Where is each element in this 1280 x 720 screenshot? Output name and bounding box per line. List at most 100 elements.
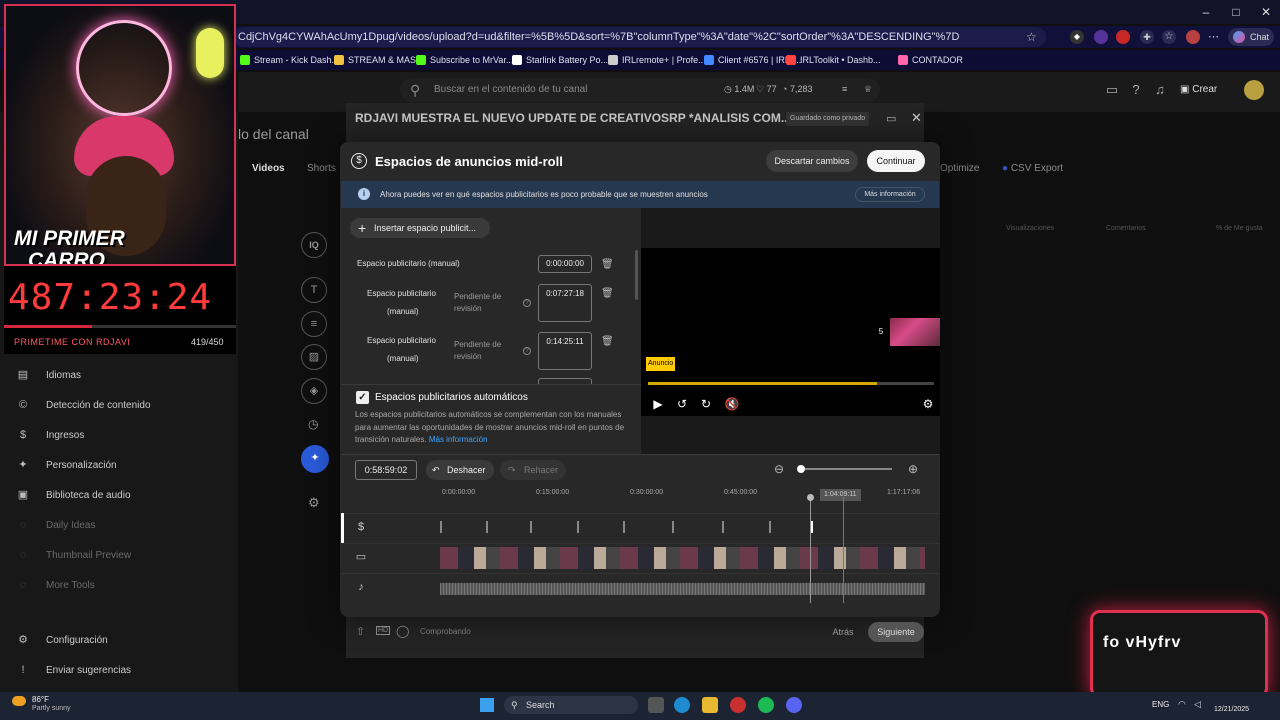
ad-slot-marker[interactable] [440, 521, 442, 533]
timeline-time-input[interactable]: 0:58:59:02 [355, 460, 417, 480]
tag-tool-icon[interactable]: ◈ [301, 378, 327, 404]
insert-ad-slot-button[interactable]: + Insertar espacio publicit... [350, 218, 490, 238]
trash-icon[interactable]: 🗑 [601, 288, 614, 300]
edge-icon[interactable] [674, 697, 690, 713]
description-tool-icon[interactable]: ≡ [301, 311, 327, 337]
tab-shorts[interactable]: Shorts [307, 163, 336, 174]
profile-avatar-icon[interactable] [1186, 30, 1200, 44]
iq-tool-icon[interactable]: IQ [301, 232, 327, 258]
ad-progress-bar[interactable] [648, 382, 934, 385]
sidebar-item[interactable]: ▣ Biblioteca de audio [16, 485, 131, 505]
sidebar-item[interactable]: ▤ Idiomas [16, 365, 81, 385]
tab-videos[interactable]: Videos [252, 163, 285, 174]
mute-icon[interactable]: 🔇 [724, 396, 740, 412]
create-button[interactable]: ▣ Crear [1180, 80, 1228, 100]
sidebar-item-settings[interactable]: ⚙ Configuración [16, 630, 108, 650]
undo-button[interactable]: ↶ Deshacer [426, 460, 494, 480]
bookmark-item[interactable]: Stream - Kick Dash... [240, 52, 339, 68]
bookmark-item[interactable]: CONTADOR [898, 52, 963, 68]
notifications-icon[interactable]: ♫ [1152, 82, 1168, 98]
help-icon[interactable]: ? [523, 299, 531, 307]
bookmark-item[interactable]: IRLremote+ | Profe... [608, 52, 706, 68]
weather-icon[interactable] [12, 696, 26, 706]
bookmark-star-icon[interactable]: ☆ [1026, 30, 1037, 44]
sidebar-item[interactable]: ◌ Daily Ideas [16, 515, 96, 535]
address-bar[interactable]: CdjChVg4CYWAhAcUmy1Dpug/videos/upload?d=… [234, 27, 1046, 47]
minimize-icon[interactable]: – [1198, 4, 1214, 20]
ad-slot-marker[interactable] [672, 521, 674, 533]
sidebar-item[interactable]: © Detección de contenido [16, 395, 151, 415]
feedback-icon[interactable]: ▭ [886, 112, 896, 125]
help-icon[interactable]: ? [1128, 82, 1144, 98]
ad-slot-marker[interactable] [722, 521, 724, 533]
extension-icon[interactable] [1116, 30, 1130, 44]
ad-slot-marker[interactable] [530, 521, 532, 533]
more-info-link[interactable]: Más información [429, 435, 488, 444]
continue-button[interactable]: Continuar [867, 150, 925, 172]
extension-icon[interactable] [1094, 30, 1108, 44]
bookmark-item[interactable]: IRLToolkit • Dashb... [786, 52, 881, 68]
text-tool-icon[interactable]: T [301, 277, 327, 303]
channel-avatar[interactable] [1244, 80, 1264, 100]
ad-slot-marker[interactable] [623, 521, 625, 533]
sidebar-item[interactable]: $ Ingresos [16, 425, 84, 445]
image-tool-icon[interactable]: ▨ [301, 344, 327, 370]
redo-button[interactable]: ↷ Rehacer [500, 460, 566, 480]
weather-temperature[interactable]: 86°F [32, 695, 49, 704]
rewind-icon[interactable]: ↺ [674, 396, 690, 412]
tab-csv-export[interactable]: ● CSV Export [1002, 163, 1063, 174]
trash-icon[interactable]: 🗑 [601, 336, 614, 348]
trophy-icon[interactable]: ♕ [864, 84, 872, 95]
bookmark-item[interactable]: Starlink Battery Po... [512, 52, 608, 68]
clock-date[interactable]: 12/21/2025 [1214, 706, 1249, 713]
ad-slot-time-input[interactable]: 0:14:25:11 [538, 332, 592, 370]
copilot-button[interactable]: Chat [1228, 28, 1274, 46]
extensions-puzzle-icon[interactable]: ✚ [1140, 30, 1154, 44]
sidebar-item[interactable]: ◌ Thumbnail Preview [16, 545, 131, 565]
playhead-line[interactable] [810, 497, 811, 603]
network-icon[interactable]: ◠ [1178, 699, 1186, 710]
maximize-icon[interactable]: □ [1228, 4, 1244, 20]
forward-icon[interactable]: ↻ [698, 396, 714, 412]
taskbar-search[interactable]: ⚲ Search [504, 696, 638, 714]
spotify-icon[interactable] [758, 697, 774, 713]
discord-icon[interactable] [786, 697, 802, 713]
bookmark-item[interactable]: Subscribe to MrVar... [416, 52, 513, 68]
back-button[interactable]: Atrás [823, 622, 863, 642]
audio-waveform[interactable] [440, 583, 925, 595]
video-filmstrip[interactable] [440, 547, 925, 569]
discard-changes-button[interactable]: Descartar cambios [766, 150, 858, 172]
sidebar-item[interactable]: ✦ Personalización [16, 455, 116, 475]
sidebar-item-feedback[interactable]: ! Enviar sugerencias [16, 660, 131, 680]
ad-thumbnail[interactable] [890, 318, 940, 346]
language-indicator[interactable]: ENG [1152, 700, 1169, 709]
gear-icon[interactable]: ⚙ [308, 495, 320, 511]
playhead-handle[interactable] [807, 494, 814, 501]
clock-icon[interactable]: ◷ [308, 417, 318, 431]
more-info-button[interactable]: Más información [855, 187, 925, 202]
file-explorer-icon[interactable] [702, 697, 718, 713]
ad-slot-marker[interactable] [769, 521, 771, 533]
volume-icon[interactable]: ◁ [1194, 699, 1201, 710]
ad-slot-marker[interactable] [577, 521, 579, 533]
next-button[interactable]: Siguiente [868, 622, 924, 642]
auto-ad-slots-checkbox[interactable]: ✓ [356, 391, 369, 404]
zoom-out-icon[interactable]: ⊖ [772, 462, 786, 476]
messages-icon[interactable]: ▭ [1104, 82, 1120, 98]
task-view-icon[interactable] [648, 697, 664, 713]
more-menu-icon[interactable]: ⋯ [1208, 30, 1219, 43]
sidebar-item[interactable]: ◌ More Tools [16, 575, 95, 595]
close-window-icon[interactable]: ✕ [1258, 4, 1274, 20]
settings-icon[interactable]: ⚙ [920, 396, 936, 412]
weather-description[interactable]: Partly sunny [32, 705, 71, 712]
scrollbar[interactable] [635, 250, 638, 300]
favorites-icon[interactable]: ☆ [1162, 30, 1176, 44]
close-icon[interactable]: ✕ [911, 110, 922, 126]
help-icon[interactable]: ? [523, 347, 531, 355]
zoom-slider-handle[interactable] [797, 465, 805, 473]
zoom-slider[interactable] [800, 468, 892, 470]
zoom-in-icon[interactable]: ⊕ [906, 462, 920, 476]
ai-sparkle-icon[interactable]: ✦ [301, 445, 329, 473]
play-icon[interactable]: ▶ [650, 396, 666, 412]
trash-icon[interactable]: 🗑 [601, 259, 614, 271]
